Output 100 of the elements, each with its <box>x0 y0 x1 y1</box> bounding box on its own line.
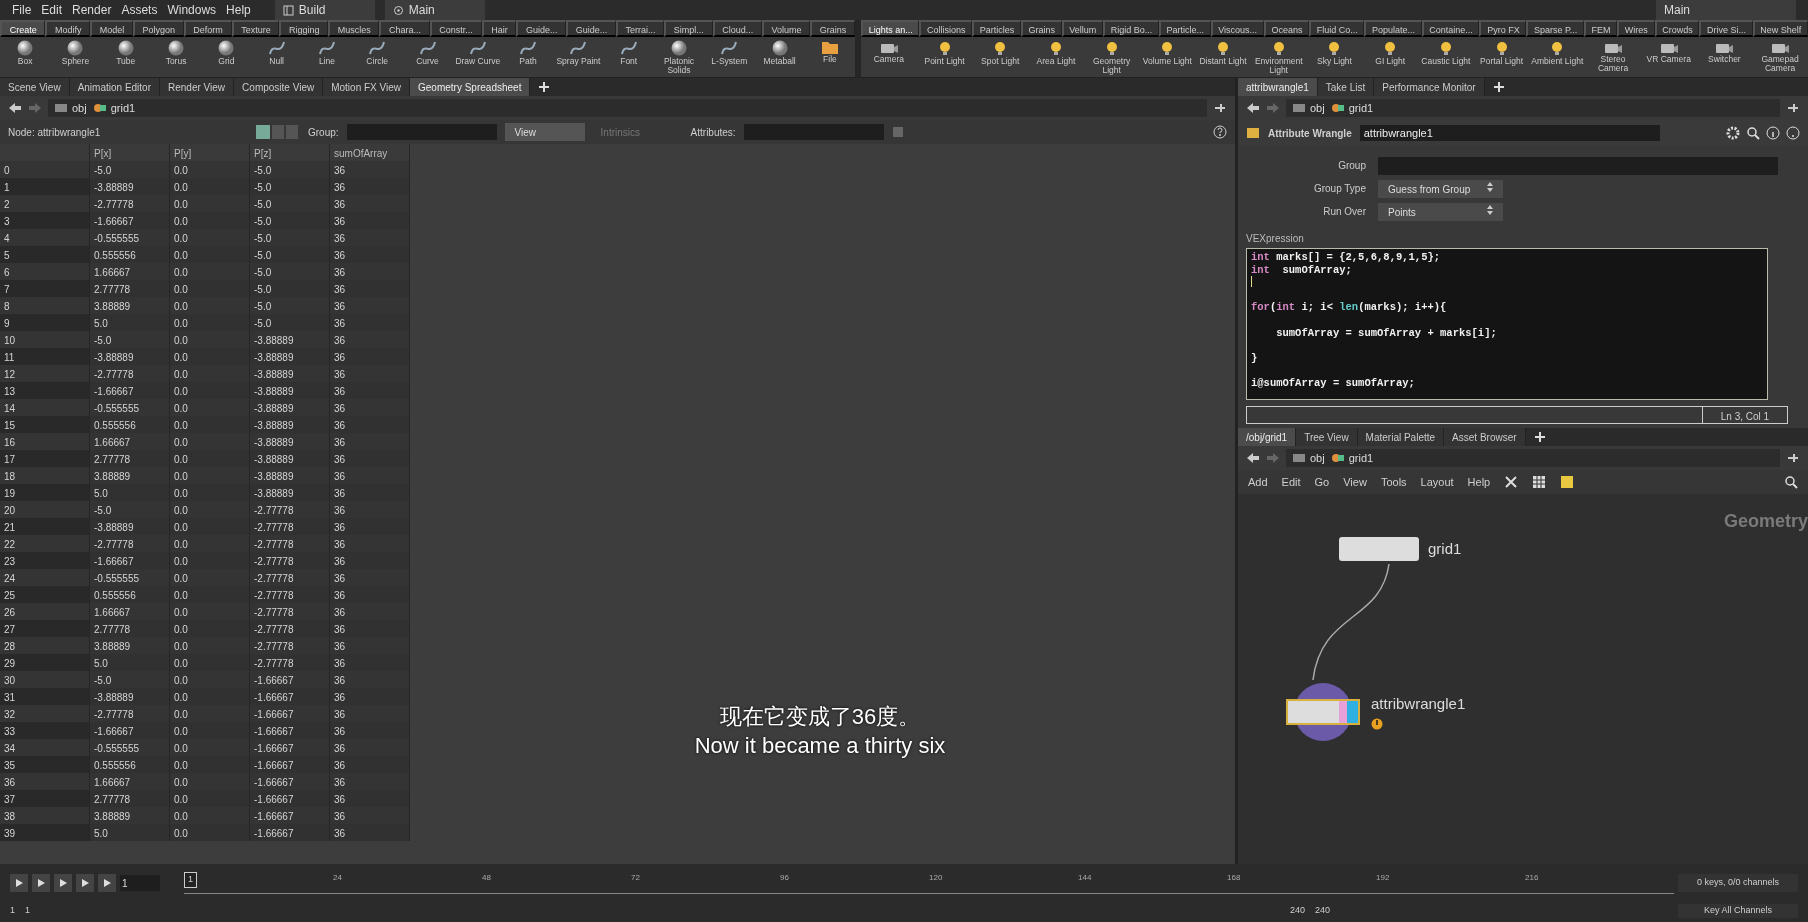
menu-item[interactable]: Tools <box>1380 473 1407 491</box>
path-crumb[interactable]: obj <box>72 99 87 117</box>
desktop-dropdown[interactable]: Build <box>274 0 375 20</box>
shelf-tool[interactable]: Camera <box>861 39 917 64</box>
shelf-tool[interactable]: Curve <box>402 39 453 66</box>
shelf-tab[interactable]: Pyro FX <box>1479 20 1527 37</box>
shelf-tool[interactable]: Volume Light <box>1139 39 1196 66</box>
shelf-tool[interactable]: Box <box>0 39 51 66</box>
frame-field[interactable]: 1 <box>120 875 160 891</box>
shelf-tool[interactable]: Font <box>603 39 654 66</box>
back-arrow-icon[interactable] <box>1246 452 1260 464</box>
view-dropdown[interactable]: View <box>504 123 585 141</box>
shelf-tool[interactable]: Geometry Light <box>1083 39 1140 74</box>
path-crumb[interactable]: grid1 <box>110 99 136 117</box>
shelf-tab[interactable]: Drive Si... <box>1699 20 1753 37</box>
shelf-tab[interactable]: Grains <box>1020 20 1062 37</box>
path-crumb[interactable]: obj <box>1310 99 1325 117</box>
pane-tab[interactable]: Render View <box>160 78 235 96</box>
shelf-tab[interactable]: Guide... <box>516 20 567 37</box>
shelf-tab[interactable]: Collisions <box>919 20 973 37</box>
shelf-tool[interactable]: File <box>804 39 856 64</box>
pane-tab[interactable]: Scene View <box>0 78 70 96</box>
help-icon[interactable] <box>1786 126 1800 140</box>
menu-item[interactable]: View <box>1343 473 1367 491</box>
shelf-tab[interactable]: Rigging <box>279 20 329 37</box>
wrangle-node[interactable] <box>1283 682 1363 742</box>
shelf-tool[interactable]: VR Camera <box>1640 39 1697 64</box>
shelf-tool[interactable]: Switcher <box>1696 39 1753 64</box>
shelf-tab[interactable]: Deform <box>183 20 232 37</box>
shelf-tool[interactable]: Path <box>502 39 554 66</box>
shelf-tool[interactable]: Spot Light <box>972 39 1029 66</box>
shelf-tool[interactable]: Environment Light <box>1250 39 1307 74</box>
shelf-tool[interactable]: Line <box>301 39 353 66</box>
menu-item[interactable]: Assets <box>121 1 158 19</box>
search-icon[interactable] <box>1784 475 1798 489</box>
group-field[interactable] <box>1378 156 1778 175</box>
shelf-tool[interactable]: Metaball <box>754 39 805 66</box>
shelf-tab[interactable]: Model <box>90 20 133 37</box>
search-icon[interactable] <box>1746 126 1760 140</box>
shelf-tab[interactable]: Texture <box>231 20 280 37</box>
shelf-tab[interactable]: Vellum <box>1061 20 1103 37</box>
shelf-tab[interactable]: Particles <box>972 20 1021 37</box>
pane-tab[interactable]: Performance Monitor <box>1374 78 1485 96</box>
shelf-tab[interactable]: Populate... <box>1364 20 1422 37</box>
shelf-tab[interactable]: Modify <box>45 20 91 37</box>
menu-item[interactable]: Help <box>226 1 251 19</box>
shelf-tool[interactable]: Spray Paint <box>553 39 604 66</box>
shelf-tab[interactable]: Chara... <box>379 20 430 37</box>
menu-item[interactable]: Edit <box>41 1 63 19</box>
shelf-tool[interactable]: Tube <box>100 39 151 66</box>
path-field[interactable]: obj grid1 <box>1286 99 1780 117</box>
path-field[interactable]: obj grid1 <box>48 99 1207 117</box>
shelf-tool[interactable]: Torus <box>150 39 202 66</box>
shelf-tool[interactable]: Circle <box>352 39 403 66</box>
range-field[interactable]: 1 <box>25 904 31 918</box>
pane-tab[interactable]: Take List <box>1317 78 1375 96</box>
shelf-tool[interactable]: Platonic Solids <box>653 39 705 74</box>
shelf-tab[interactable]: Sparse P... <box>1526 20 1584 37</box>
shelf-tool[interactable]: Ambient Light <box>1529 39 1586 66</box>
stop-button[interactable] <box>54 874 72 892</box>
shelf-tab[interactable]: FEM <box>1583 20 1618 37</box>
frame-marker[interactable]: 1 <box>184 872 197 888</box>
shelf-tab[interactable]: Create <box>0 20 46 37</box>
sticky-note-icon[interactable] <box>1560 475 1575 489</box>
shelf-tool[interactable]: Draw Curve <box>452 39 503 66</box>
shelf-tab[interactable]: Cloud... <box>712 20 762 37</box>
shelf-tool[interactable]: Gamepad Camera <box>1752 39 1808 72</box>
menu-item[interactable]: Layout <box>1420 473 1454 491</box>
grid-icon[interactable] <box>1532 475 1547 489</box>
path-field[interactable]: obj grid1 <box>1286 449 1780 467</box>
group-field[interactable] <box>346 124 497 140</box>
shelf-tab[interactable]: Muscles <box>328 20 380 37</box>
shelf-tab[interactable]: Terrai... <box>615 20 665 37</box>
pane-tab[interactable]: Animation Editor <box>69 78 160 96</box>
path-crumb[interactable]: grid1 <box>1348 99 1374 117</box>
code-editor[interactable]: int marks[] = {2,5,6,8,9,1,5}; int sumOfArray; for(int i; i< len(marks); i++){ sumOfArray = sumOfArray + marks[i]; } i@sumOfArray = sumOfArray; <box>1246 248 1768 400</box>
pane-tab[interactable]: Asset Browser <box>1444 428 1526 446</box>
shelf-tab[interactable]: Viscous... <box>1210 20 1264 37</box>
path-crumb[interactable]: obj <box>1310 449 1325 467</box>
shelf-tab[interactable]: Hair <box>481 20 517 37</box>
range-field[interactable]: 240 <box>1315 904 1331 918</box>
pane-tab[interactable]: Motion FX View <box>323 78 410 96</box>
pane-tab[interactable]: attribwrangle1 <box>1238 78 1318 96</box>
shelf-tab[interactable]: Lights an... <box>861 20 920 37</box>
timeline-ruler[interactable]: 1 24 48 72 96 120 144 168 192 216 <box>184 872 1674 894</box>
shelf-tab[interactable]: Oceans <box>1263 20 1310 37</box>
back-arrow-icon[interactable] <box>1246 102 1260 114</box>
menu-item[interactable]: Add <box>1248 473 1268 491</box>
shelf-tool[interactable]: Portal Light <box>1473 39 1530 66</box>
pane-tab[interactable]: Composite View <box>234 78 324 96</box>
shelf-tab[interactable]: Volume <box>761 20 811 37</box>
shelf-tool[interactable]: Distant Light <box>1195 39 1251 66</box>
menu-item[interactable]: Windows <box>167 1 217 19</box>
skip-end-button[interactable] <box>98 874 116 892</box>
menu-item[interactable]: Help <box>1467 473 1491 491</box>
node-name-field[interactable]: attribwrangle1 <box>1359 125 1660 141</box>
menu-item[interactable]: File <box>12 1 32 19</box>
shelf-tab[interactable]: Rigid Bo... <box>1103 20 1159 37</box>
menu-item[interactable]: Render <box>72 1 112 19</box>
generator-node[interactable] <box>1338 536 1420 562</box>
